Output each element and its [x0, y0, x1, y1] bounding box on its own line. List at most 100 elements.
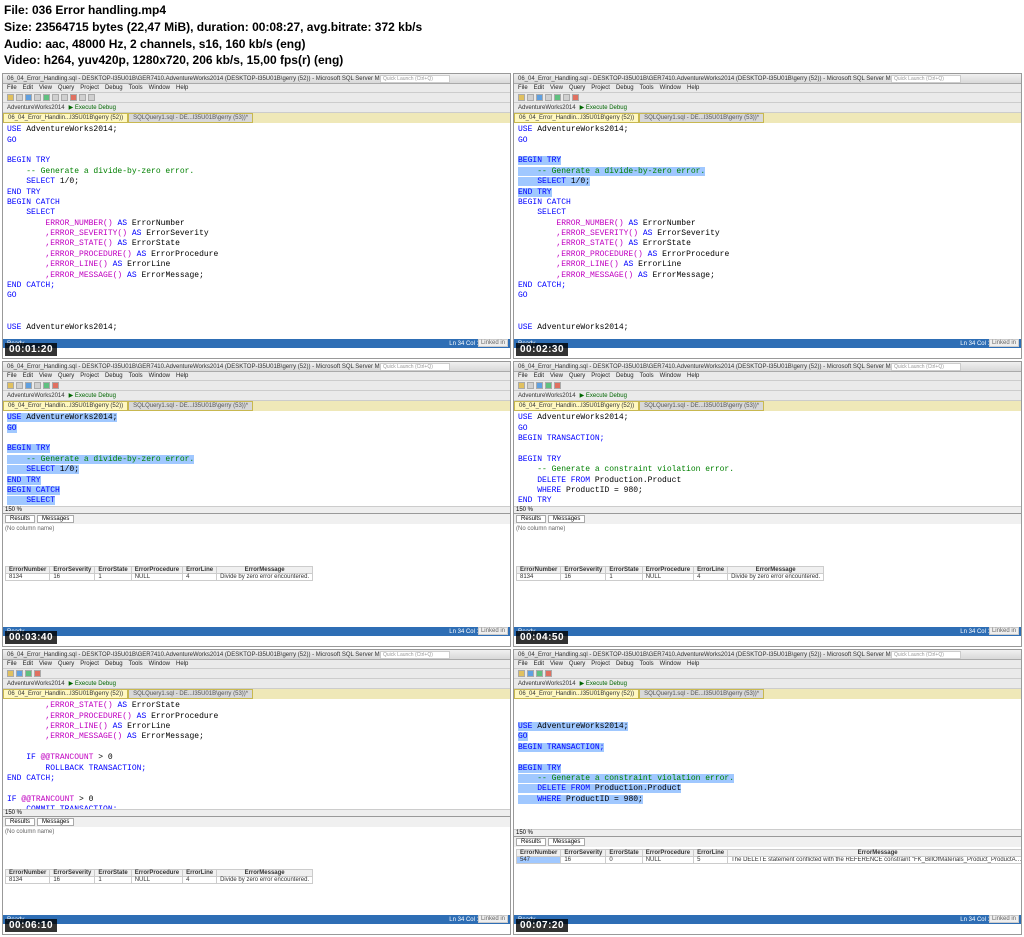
results-grid[interactable]: ErrorNumberErrorSeverityErrorStateErrorP… — [514, 847, 1021, 866]
main-toolbar — [3, 93, 510, 103]
menu-item[interactable]: Query — [569, 85, 585, 91]
code-editor[interactable]: ,ERROR_STATE() AS ErrorState ,ERROR_PROC… — [3, 699, 510, 809]
execute-button[interactable]: ▶ Execute Debug — [69, 104, 116, 111]
menu-edit[interactable]: Edit — [23, 85, 33, 91]
tab-inactive[interactable]: SQLQuery1.sql - DE...I35U01B\gerry (53))… — [128, 113, 253, 123]
quick-launch-input[interactable]: Quick Launch (Ctrl+Q) — [891, 651, 961, 659]
sql-toolbar: AdventureWorks2014 ▶ Execute Debug — [514, 103, 1021, 113]
toolbar-button[interactable] — [554, 94, 561, 101]
results-grid[interactable]: ErrorNumberErrorSeverityErrorStateErrorP… — [514, 564, 1021, 583]
toolbar-button[interactable] — [52, 94, 59, 101]
toolbar-button[interactable] — [7, 94, 14, 101]
toolbar-button[interactable] — [61, 94, 68, 101]
menu-query[interactable]: Query — [58, 85, 74, 91]
document-tabs: 06_04_Error_Handlin...I35U01B\gerry (52)… — [3, 113, 510, 123]
tab-active[interactable]: 06_04_Error_Handlin...I35U01B\gerry (52)… — [514, 113, 639, 123]
toolbar-button[interactable] — [563, 94, 570, 101]
messages-tab[interactable]: Messages — [37, 515, 74, 523]
watermark: Linked in — [989, 627, 1019, 635]
video-line: Video: h264, yuv420p, 1280x720, 206 kb/s… — [4, 52, 1020, 69]
toolbar-button[interactable] — [43, 94, 50, 101]
toolbar-button[interactable] — [79, 94, 86, 101]
menu-bar: FileEditViewQueryProjectDebugToolsWindow… — [3, 660, 510, 669]
results-grid[interactable]: ErrorNumberErrorSeverityErrorStateErrorP… — [3, 564, 510, 583]
tab-active[interactable]: 06_04_Error_Handlin...I35U01B\gerry (52)… — [3, 113, 128, 123]
toolbar-button[interactable] — [518, 94, 525, 101]
menu-item[interactable]: Tools — [640, 85, 654, 91]
menu-item[interactable]: Project — [591, 85, 610, 91]
toolbar-button[interactable] — [527, 94, 534, 101]
quick-launch-input[interactable]: Quick Launch (Ctrl+Q) — [891, 363, 961, 371]
menu-debug[interactable]: Debug — [105, 85, 123, 91]
timestamp: 00:02:30 — [516, 343, 568, 356]
frame-6: 06_04_Error_Handling.sql - DESKTOP-I35U0… — [513, 649, 1022, 935]
document-tabs: 06_04_Error_Handlin...I35U01B\gerry (52)… — [3, 689, 510, 699]
no-column-label: (No column name) — [3, 524, 510, 534]
ide-status-bar: ReadyLn 34 Col 1 Ch 1 INS — [514, 339, 1021, 348]
toolbar-button[interactable] — [536, 94, 543, 101]
code-editor[interactable]: USE AdventureWorks2014; GO BEGIN TRY -- … — [514, 123, 1021, 359]
frame-2: 06_04_Error_Handling.sql - DESKTOP-I35U0… — [513, 73, 1022, 359]
sql-toolbar: AdventureWorks2014▶ Execute Debug — [514, 391, 1021, 401]
toolbar-button[interactable] — [34, 94, 41, 101]
menu-project[interactable]: Project — [80, 85, 99, 91]
ide-status-bar: ReadyLn 34 Col 1 Ch 1 INS — [3, 339, 510, 348]
splitter[interactable]: 150 % — [514, 829, 1021, 836]
results-tab[interactable]: Results — [5, 515, 35, 523]
ide-status-bar: ReadyLn 34 Col 1 Ch 1 INS — [3, 915, 510, 924]
db-selector[interactable]: AdventureWorks2014 — [518, 105, 576, 111]
menu-item[interactable]: Help — [687, 85, 699, 91]
document-tabs: 06_04_Error_Handlin...I35U01B\gerry (52)… — [514, 113, 1021, 123]
menu-item[interactable]: Edit — [534, 85, 544, 91]
execute-button[interactable]: ▶ Execute Debug — [580, 104, 627, 111]
main-toolbar — [3, 669, 510, 679]
tab-inactive[interactable]: SQLQuery1.sql - DE...I35U01B\gerry (53))… — [639, 113, 764, 123]
watermark: Linked in — [478, 915, 508, 923]
menu-bar: FileEditViewQueryProjectDebugToolsWindow… — [3, 372, 510, 381]
menu-item[interactable]: File — [518, 85, 528, 91]
splitter[interactable]: 150 % — [514, 506, 1021, 513]
menu-bar: File Edit View Query Project Debug Tools… — [3, 84, 510, 93]
ide-status-bar: ReadyLn 34 Col 1 Ch 1 INS — [514, 915, 1021, 924]
timestamp: 00:07:20 — [516, 919, 568, 932]
menu-view[interactable]: View — [39, 85, 52, 91]
quick-launch-input[interactable]: Quick Launch (Ctrl+Q) — [380, 363, 450, 371]
toolbar-button[interactable] — [16, 94, 23, 101]
results-grid[interactable]: ErrorNumberErrorSeverityErrorStateErrorP… — [3, 867, 510, 886]
toolbar-button[interactable] — [545, 94, 552, 101]
frame-4: 06_04_Error_Handling.sql - DESKTOP-I35U0… — [513, 361, 1022, 647]
quick-launch-input[interactable]: Quick Launch (Ctrl+Q) — [891, 75, 961, 83]
code-editor[interactable]: USE AdventureWorks2014; GO BEGIN TRY -- … — [3, 123, 510, 359]
media-info: File: 036 Error handling.mp4 Size: 23564… — [0, 0, 1024, 71]
code-editor[interactable]: USE AdventureWorks2014; GO BEGIN TRANSAC… — [514, 411, 1021, 506]
frame-5: 06_04_Error_Handling.sql - DESKTOP-I35U0… — [2, 649, 511, 935]
menu-window[interactable]: Window — [149, 85, 170, 91]
new-query-button[interactable] — [25, 94, 32, 101]
menu-tools[interactable]: Tools — [129, 85, 143, 91]
menu-bar: File Edit View Query Project Debug Tools Window… — [514, 84, 1021, 93]
menu-help[interactable]: Help — [176, 85, 188, 91]
splitter[interactable]: 150 % — [3, 506, 510, 513]
document-tabs: 06_04_Error_Handlin...I35U01B\gerry (52)… — [514, 689, 1021, 699]
db-selector[interactable]: AdventureWorks2014 — [7, 105, 65, 111]
table-row: 8134161NULL4Divide by zero error encount… — [517, 574, 824, 581]
quick-launch-input[interactable]: Quick Launch (Ctrl+Q) — [380, 651, 450, 659]
toolbar-button[interactable] — [88, 94, 95, 101]
quick-launch-input[interactable]: Quick Launch (Ctrl+Q) — [380, 75, 450, 83]
toolbar-button[interactable] — [70, 94, 77, 101]
table-row: 8134161NULL4Divide by zero error encount… — [6, 877, 313, 884]
code-editor[interactable]: USE AdventureWorks2014; GO BEGIN TRANSAC… — [514, 699, 1021, 829]
timestamp: 00:06:10 — [5, 919, 57, 932]
table-row: 547160NULL5The DELETE statement conflict… — [517, 857, 1023, 864]
table-row: 8134161NULL4Divide by zero error encount… — [6, 574, 313, 581]
menu-item[interactable]: View — [550, 85, 563, 91]
timestamp: 00:01:20 — [5, 343, 57, 356]
menu-item[interactable]: Debug — [616, 85, 634, 91]
menu-item[interactable]: Window — [660, 85, 681, 91]
toolbar-button[interactable] — [572, 94, 579, 101]
splitter[interactable]: 150 % — [3, 809, 510, 816]
menu-file[interactable]: File — [7, 85, 17, 91]
code-editor[interactable]: USE AdventureWorks2014; GO BEGIN TRY -- … — [3, 411, 510, 506]
main-toolbar — [514, 93, 1021, 103]
ide-status-bar: ReadyLn 34 Col 1 Ch 1 INS — [3, 627, 510, 636]
